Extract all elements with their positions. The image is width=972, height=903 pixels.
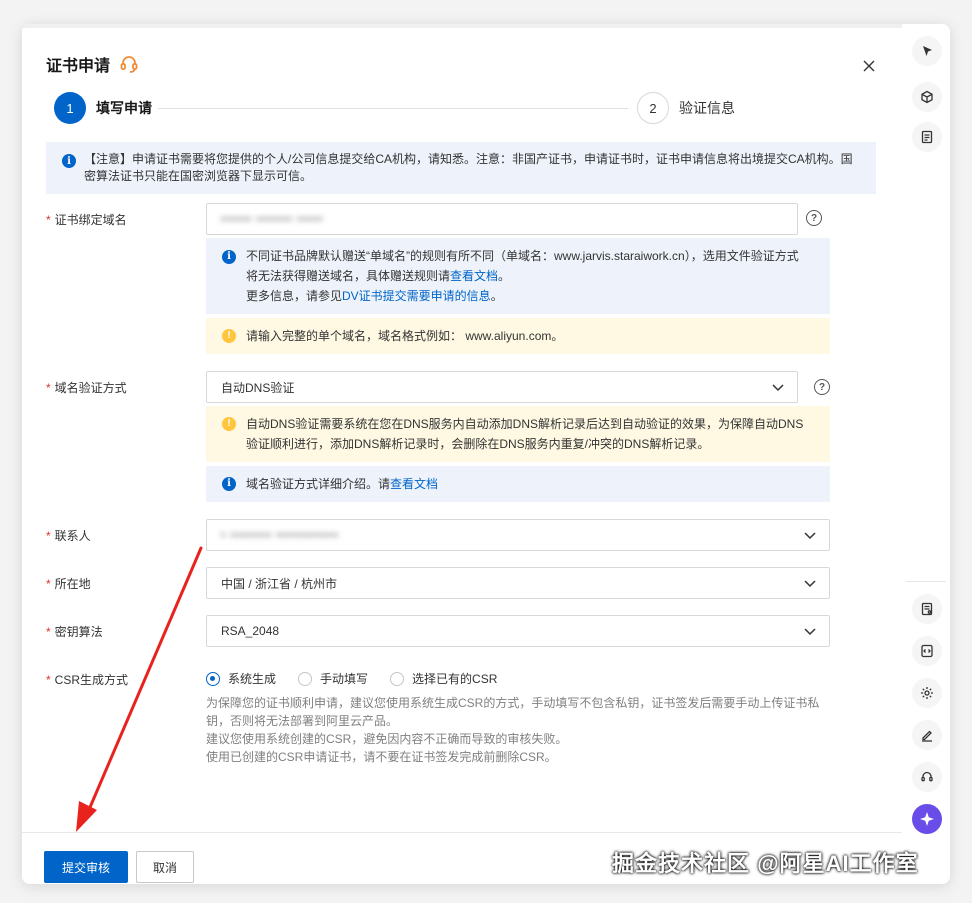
cancel-button[interactable]: 取消 — [136, 851, 194, 883]
watermark-text: 掘金技术社区 @阿星AI工作室 — [612, 851, 919, 876]
verify-docs-link[interactable]: 查看文档 — [390, 477, 438, 491]
dialog-header: 证书申请 — [46, 52, 140, 76]
domain-input[interactable]: •••••• ••••••• ••••• — [206, 203, 798, 235]
csr-description: 为保障您的证书顺利申请，建议您使用系统生成CSR的方式，手动填写不包含私钥，证书… — [206, 696, 820, 764]
csr-radio-group: 系统生成 手动填写 选择已有的CSR — [206, 670, 497, 687]
domain-tip-line1: 不同证书品牌默认赠送“单域名”的规则有所不同（单域名：www.jarvis.st… — [246, 249, 799, 263]
info-icon: i — [62, 154, 76, 168]
csr-option-manual[interactable]: 手动填写 — [298, 670, 368, 687]
domain-warning-tip: ! 请输入完整的单个域名，域名格式例如： www.aliyun.com。 — [206, 318, 830, 354]
algorithm-label: * 密钥算法 — [46, 625, 103, 639]
dialog-title: 证书申请 — [46, 58, 111, 75]
radio-unchecked[interactable] — [298, 671, 313, 686]
certificate-apply-dialog: 证书申请 1 填写申请 2 验证信息 i 【注意】申请证书需要将您提供的个人/公… — [22, 24, 902, 884]
radio-checked[interactable] — [206, 671, 220, 686]
step-indicator: 1 填写申请 2 验证信息 — [54, 92, 754, 126]
cube-icon — [921, 90, 933, 104]
csr-label: * CSR生成方式 — [46, 673, 129, 687]
algorithm-select[interactable]: RSA_2048 — [206, 615, 830, 647]
report-icon — [921, 602, 933, 616]
report-tool[interactable] — [912, 594, 942, 624]
right-toolbar — [902, 24, 950, 884]
gear-icon — [921, 687, 933, 699]
document-icon — [921, 130, 933, 144]
close-button[interactable] — [859, 56, 879, 76]
step-connector — [158, 108, 628, 109]
domain-label: * 证书绑定域名 — [46, 213, 127, 227]
info-icon: i — [222, 477, 236, 491]
step-2-number: 2 — [637, 92, 669, 124]
step-1: 1 填写申请 — [54, 92, 152, 124]
warning-icon: ! — [222, 417, 236, 431]
ai-assistant-tool[interactable] — [912, 804, 942, 834]
pointer-tool[interactable] — [912, 36, 942, 66]
headset-icon[interactable] — [118, 53, 140, 75]
csr-option-system[interactable]: 系统生成 — [206, 670, 276, 687]
algorithm-value: RSA_2048 — [221, 624, 280, 638]
location-value: 中国 / 浙江省 / 杭州市 — [221, 576, 338, 591]
verify-warning-line2: 验证顺利进行，添加DNS解析记录时，会删除在DNS服务内重复/冲突的DNS解析记… — [246, 437, 710, 451]
settings-tool[interactable] — [912, 678, 942, 708]
step-1-label: 填写申请 — [96, 100, 152, 116]
verify-info-tip: i 域名验证方式详细介绍。请查看文档 — [206, 466, 830, 502]
code-tool[interactable] — [912, 636, 942, 666]
step-2: 2 验证信息 — [637, 92, 735, 124]
verify-method-label: * 域名验证方式 — [46, 381, 127, 395]
verify-warning-line1: 自动DNS验证需要系统在您在DNS服务内自动添加DNS解析记录后达到自动验证的效… — [246, 417, 804, 431]
contact-label: * 联系人 — [46, 529, 91, 543]
verify-warning-tip: ! 自动DNS验证需要系统在您在DNS服务内自动添加DNS解析记录后达到自动验证… — [206, 406, 830, 462]
code-icon — [921, 644, 933, 658]
close-icon — [863, 60, 875, 72]
chevron-down-icon — [804, 532, 816, 540]
verify-method-value: 自动DNS验证 — [221, 380, 295, 395]
submit-review-button[interactable]: 提交审核 — [44, 851, 128, 883]
domain-tip-line3: 更多信息，请参见DV证书提交需要申请的信息。 — [246, 289, 503, 303]
location-label: * 所在地 — [46, 577, 91, 591]
headset-icon — [921, 771, 933, 782]
dv-info-link[interactable]: DV证书提交需要申请的信息 — [342, 289, 491, 303]
step-1-number: 1 — [54, 92, 86, 124]
pointer-icon — [923, 46, 932, 56]
cube-tool[interactable] — [912, 82, 942, 112]
verify-method-select[interactable]: 自动DNS验证 — [206, 371, 798, 403]
chevron-down-icon — [772, 384, 784, 392]
info-icon: i — [222, 250, 236, 264]
location-select[interactable]: 中国 / 浙江省 / 杭州市 — [206, 567, 830, 599]
verify-help-icon[interactable]: ? — [814, 379, 830, 395]
step-2-label: 验证信息 — [679, 100, 735, 116]
radio-unchecked[interactable] — [390, 671, 405, 686]
contact-select[interactable]: • •••••••• •••••••••••• — [206, 519, 830, 551]
pencil-icon — [922, 730, 932, 742]
edit-tool[interactable] — [912, 720, 942, 750]
domain-warning-text: 请输入完整的单个域名，域名格式例如： www.aliyun.com。 — [246, 329, 564, 343]
warning-icon: ! — [222, 329, 236, 343]
sparkle-icon — [920, 812, 934, 826]
app-window: 证书申请 1 填写申请 2 验证信息 i 【注意】申请证书需要将您提供的个人/公… — [22, 24, 950, 884]
document-tool[interactable] — [912, 122, 942, 152]
notice-text: 【注意】申请证书需要将您提供的个人/公司信息提交给CA机构，请知悉。注意：非国产… — [84, 152, 853, 183]
domain-help-icon[interactable]: ? — [806, 210, 822, 226]
csr-option-existing[interactable]: 选择已有的CSR — [390, 670, 497, 687]
domain-value: •••••• ••••••• ••••• — [221, 212, 324, 226]
support-tool[interactable] — [912, 762, 942, 792]
notice-banner: i 【注意】申请证书需要将您提供的个人/公司信息提交给CA机构，请知悉。注意：非… — [46, 142, 876, 194]
chevron-down-icon — [804, 580, 816, 588]
domain-info-tip: i 不同证书品牌默认赠送“单域名”的规则有所不同（单域名：www.jarvis.… — [206, 238, 830, 314]
toolbar-divider — [906, 581, 946, 582]
view-docs-link[interactable]: 查看文档 — [450, 269, 498, 283]
contact-value: • •••••••• •••••••••••• — [221, 528, 339, 542]
domain-tip-line2: 将无法获得赠送域名，具体赠送规则请查看文档。 — [246, 269, 511, 283]
chevron-down-icon — [804, 628, 816, 636]
